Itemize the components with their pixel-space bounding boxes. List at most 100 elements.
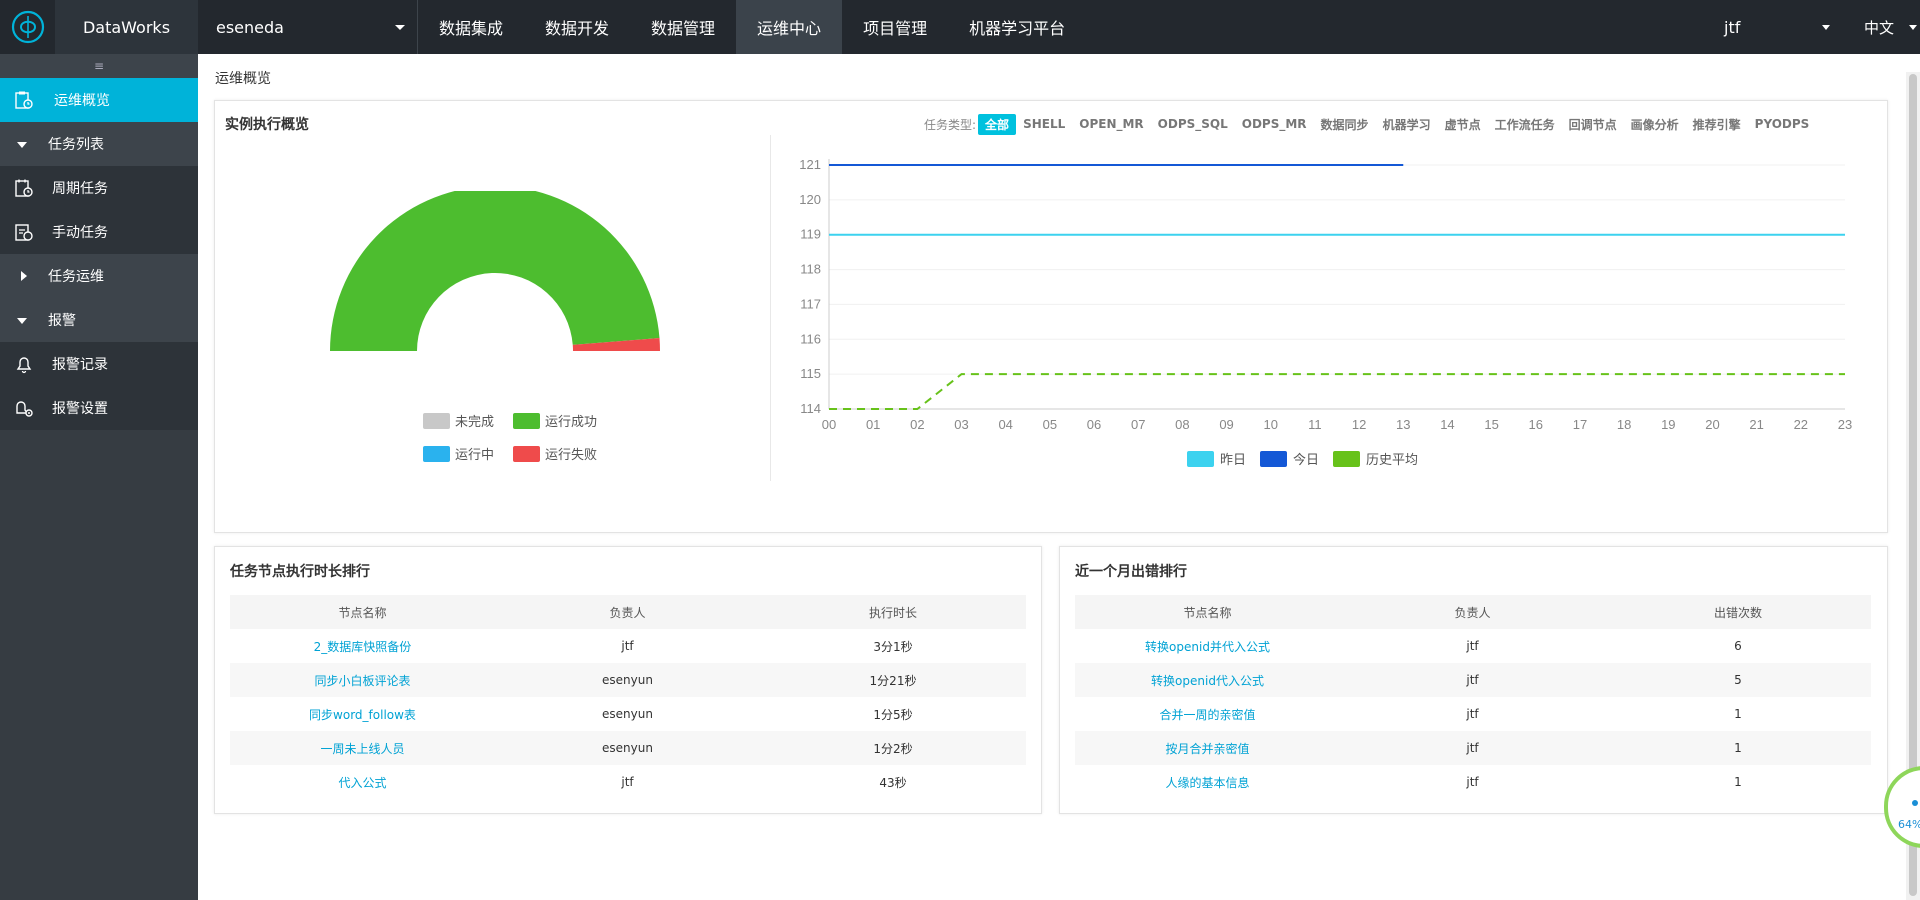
sidebar-item-manual-tasks[interactable]: 手动任务 (0, 210, 198, 254)
sidebar-item-label: 报警 (48, 313, 76, 329)
gauge-slice-1[interactable] (330, 191, 660, 351)
nav-data-integration[interactable]: 数据集成 (418, 0, 524, 54)
nav-project-management[interactable]: 项目管理 (842, 0, 948, 54)
legend-swatch[interactable] (1187, 451, 1214, 467)
language-menu[interactable]: 中文 (1864, 0, 1920, 54)
sidebar-group-task-list[interactable]: 任务列表 (0, 122, 198, 166)
sidebar-item-label: 报警记录 (52, 357, 108, 373)
table-row: 同步word_follow表 esenyun 1分5秒 (230, 697, 1026, 731)
triangle-down-icon (17, 318, 27, 324)
table-cell: 1分2秒 (760, 731, 1026, 765)
sidebar-group-task-ops[interactable]: 任务运维 (0, 254, 198, 298)
node-link[interactable]: 同步小白板评论表 (314, 674, 410, 688)
x-tick-label: 07 (1131, 417, 1145, 432)
node-link[interactable]: 按月合并亲密值 (1165, 742, 1249, 756)
duration-rank-table: 节点名称 负责人 执行时长 2_数据库快照备份 jtf 3分1秒 同步小白板评论表 e… (230, 595, 1026, 799)
table-cell: jtf (1340, 731, 1605, 765)
triangle-down-icon (17, 142, 27, 148)
x-tick-label: 05 (1043, 417, 1057, 432)
node-link[interactable]: 人缘的基本信息 (1165, 776, 1249, 790)
x-tick-label: 22 (1794, 417, 1808, 432)
node-link[interactable]: 2_数据库快照备份 (314, 640, 412, 654)
node-link[interactable]: 一周未上线人员 (320, 742, 404, 756)
filter-option-pyodps[interactable]: PYODPS (1748, 117, 1817, 131)
legend-item-running[interactable]: 运行中 (423, 444, 494, 463)
filter-option-recommend[interactable]: 推荐引擎 (1686, 116, 1748, 133)
filter-option-virtual-node[interactable]: 虚节点 (1438, 116, 1488, 133)
dataworks-logo-icon[interactable] (0, 0, 55, 54)
table-cell: jtf (1466, 775, 1479, 789)
legend-swatch[interactable] (1333, 451, 1360, 467)
sidebar-item-periodic-tasks[interactable]: 周期任务 (0, 166, 198, 210)
filter-option-odps-sql[interactable]: ODPS_SQL (1151, 117, 1235, 131)
table-cell: 5 (1605, 663, 1871, 697)
table-cell: jtf (1466, 707, 1479, 721)
legend-item-success[interactable]: 运行成功 (513, 411, 597, 430)
nav-data-development[interactable]: 数据开发 (524, 0, 630, 54)
table-cell: esenyun (495, 663, 760, 697)
panel-title: 实例执行概览 (225, 117, 309, 133)
y-tick-label: 120 (799, 192, 821, 207)
sidebar-collapse-handle[interactable]: ≡ (0, 54, 198, 78)
x-tick-label: 01 (866, 417, 880, 432)
node-link[interactable]: 转换openid代入公式 (1151, 674, 1264, 688)
node-link[interactable]: 代入公式 (338, 776, 386, 790)
legend-item-failed[interactable]: 运行失败 (513, 444, 597, 463)
table-cell: jtf (621, 639, 634, 653)
x-tick-label: 19 (1661, 417, 1675, 432)
table-cell: jtf (1340, 663, 1605, 697)
sidebar-item-label: 任务运维 (48, 269, 104, 285)
instance-overview-panel: 实例执行概览 任务类型: 全部 SHELL OPEN_MR ODPS_SQL O… (214, 100, 1888, 533)
nav-data-management[interactable]: 数据管理 (630, 0, 736, 54)
table-cell: jtf (621, 775, 634, 789)
x-tick-label: 00 (822, 417, 836, 432)
x-tick-label: 17 (1573, 417, 1587, 432)
y-tick-label: 118 (800, 262, 821, 277)
filter-option-profile-analysis[interactable]: 画像分析 (1624, 116, 1686, 133)
legend-label: 今日 (1293, 452, 1319, 468)
filter-option-open-mr[interactable]: OPEN_MR (1072, 117, 1150, 131)
filter-option-all[interactable]: 全部 (978, 113, 1017, 135)
filter-option-odps-mr[interactable]: ODPS_MR (1235, 117, 1314, 131)
filter-option-data-sync[interactable]: 数据同步 (1314, 116, 1376, 133)
node-link[interactable]: 同步word_follow表 (309, 708, 416, 722)
sidebar-item-alarm-settings[interactable]: 报警设置 (0, 386, 198, 430)
task-type-filter: 任务类型: 全部 SHELL OPEN_MR ODPS_SQL ODPS_MR … (924, 113, 1817, 135)
legend-label: 运行成功 (545, 415, 598, 430)
node-link[interactable]: 转换openid并代入公式 (1145, 640, 1270, 654)
filter-option-machine-learning[interactable]: 机器学习 (1376, 116, 1438, 133)
series-line-2[interactable] (829, 373, 1845, 410)
table-cell: 6 (1734, 639, 1742, 653)
column-header: 节点名称 (230, 595, 495, 629)
brand-name[interactable]: DataWorks (55, 0, 198, 54)
x-tick-label: 16 (1529, 417, 1543, 432)
x-tick-label: 02 (910, 417, 924, 432)
legend-label: 运行中 (455, 448, 495, 463)
sidebar-group-alarm[interactable]: 报警 (0, 298, 198, 342)
language-label: 中文 (1864, 18, 1895, 37)
column-header: 出错次数 (1605, 595, 1871, 629)
filter-option-workflow[interactable]: 工作流任务 (1488, 116, 1562, 133)
project-selector[interactable]: eseneda (198, 0, 418, 54)
node-link[interactable]: 合并一周的亲密值 (1159, 708, 1255, 722)
table-cell: 1 (1605, 731, 1871, 765)
panel-title: 近一个月出错排行 (1075, 564, 1187, 580)
filter-option-callback[interactable]: 回调节点 (1562, 116, 1624, 133)
nav-operation-center[interactable]: 运维中心 (736, 0, 843, 54)
user-menu[interactable]: jtf (1724, 0, 1836, 54)
column-header: 负责人 (495, 595, 760, 629)
calendar-clock-icon (15, 179, 33, 197)
clipboard-clock-icon (15, 91, 33, 109)
hand-task-icon (15, 224, 33, 241)
legend-item-unfinished[interactable]: 未完成 (423, 411, 494, 430)
legend-swatch[interactable] (1260, 451, 1287, 467)
breadcrumb: 运维概览 (215, 71, 271, 87)
filter-option-shell[interactable]: SHELL (1016, 117, 1072, 131)
sidebar-item-alarm-records[interactable]: 报警记录 (0, 342, 198, 386)
nav-machine-learning[interactable]: 机器学习平台 (948, 0, 1086, 54)
x-tick-label: 20 (1705, 417, 1719, 432)
x-tick-label: 12 (1352, 417, 1366, 432)
table-cell: 1分21秒 (760, 663, 1026, 697)
x-tick-label: 13 (1396, 417, 1410, 432)
sidebar-item-overview[interactable]: 运维概览 (0, 78, 198, 122)
